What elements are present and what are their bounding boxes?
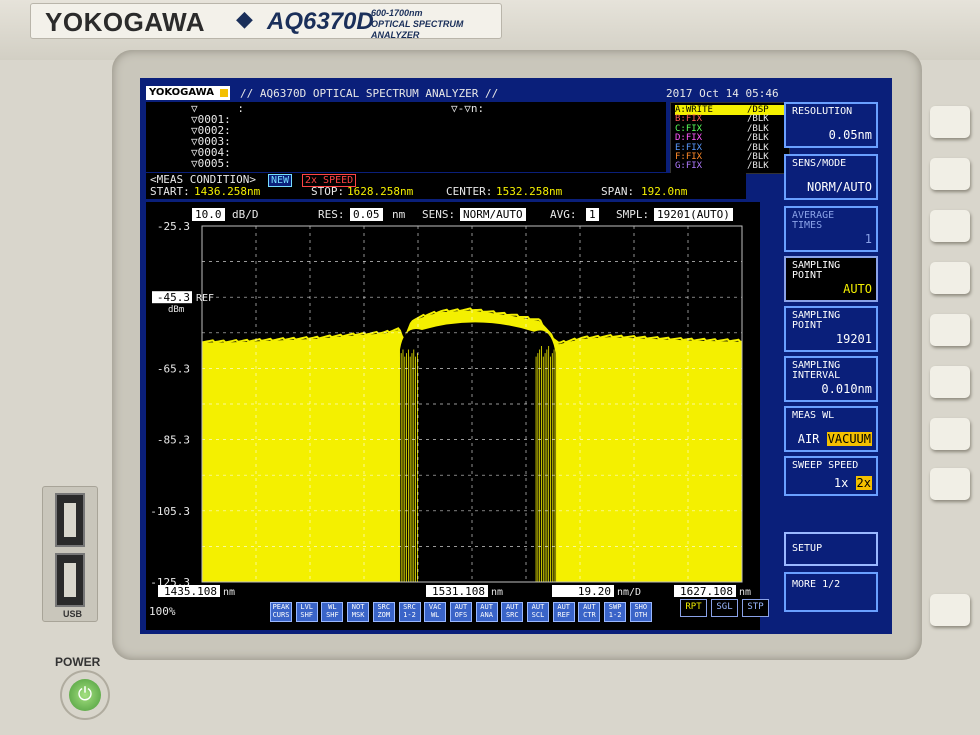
display-screen: YOKOGAWA // AQ6370D OPTICAL SPECTRUM ANA…	[140, 78, 892, 634]
x-center-label: 1531.108	[432, 585, 485, 598]
bottom-key[interactable]: SRC 1-2	[398, 602, 421, 622]
marker-table: ▽ : ▽0001: ▽0002: ▽0003: ▽0004: ▽0005: ▽…	[146, 102, 666, 172]
repeat-key[interactable]: RPT	[680, 599, 707, 617]
softkey-sampling-point[interactable]: SAMPLING POINT 19201	[784, 306, 878, 352]
screen-title: // AQ6370D OPTICAL SPECTRUM ANALYZER //	[240, 87, 499, 100]
stop-label: STOP:	[311, 185, 345, 198]
single-key[interactable]: SGL	[711, 599, 738, 617]
softkey-resolution[interactable]: RESOLUTION 0.05nm	[784, 102, 878, 148]
zoom-label: 100%	[149, 605, 176, 618]
power-icon: ⏻	[69, 679, 101, 711]
hardware-softkey-8[interactable]	[930, 468, 970, 500]
trace-list: A:WRITE/DSP B:FIX/BLK C:FIX/BLK D:FIX/BLK E:…	[670, 102, 790, 174]
usb-label: USB	[63, 609, 83, 619]
softkey-sweep-speed[interactable]: SWEEP SPEED 1x 2x	[784, 456, 878, 496]
x-stop-label-unit: nm	[739, 587, 751, 598]
hardware-softkey-5[interactable]	[930, 314, 970, 346]
bottom-key[interactable]: PEAK CURS	[270, 602, 292, 622]
hardware-softkey-1[interactable]	[930, 106, 970, 138]
x-center-label-unit: nm	[491, 587, 503, 598]
meas-condition-panel: <MEAS CONDITION> NEW 2x SPEED START: 143…	[146, 173, 746, 199]
hardware-softkey-2[interactable]	[930, 158, 970, 190]
plot-panel: 10.0 dB/D RES: 0.05 nm SENS: NORM/AUTO A…	[146, 202, 760, 630]
softkey-sens-mode[interactable]: SENS/MODE NORM/AUTO	[784, 154, 878, 200]
brand-plate: YOKOGAWA ◆ AQ6370D 600-1700nm OPTICAL SPE…	[30, 3, 502, 40]
bottom-key[interactable]: SHO OTH	[629, 602, 652, 622]
usb-port-1[interactable]	[55, 493, 85, 547]
start-label: START:	[150, 185, 190, 198]
softkey-more[interactable]: MORE 1/2	[784, 572, 878, 612]
y-tick-label: -85.3	[157, 434, 190, 447]
softkey-meas-wl[interactable]: MEAS WL AIR VACUUM	[784, 406, 878, 452]
new-badge: NEW	[268, 174, 293, 187]
stop-value: 1628.258nm	[347, 185, 414, 198]
bottom-key[interactable]: AUT SCL	[527, 602, 549, 622]
ref-label: REF	[196, 293, 214, 304]
bottom-key[interactable]: LVL SHF	[295, 602, 318, 622]
bottom-key[interactable]: AUT OFS	[449, 602, 472, 622]
spectrum-plot[interactable]: -25.3-45.3-65.3-85.3-105.3-125.3REFdBm14…	[146, 202, 760, 630]
softkey-setup[interactable]: SETUP	[784, 532, 878, 566]
power-label: POWER	[55, 655, 101, 669]
start-value: 1436.258nm	[194, 185, 261, 198]
softkey-sampling-interval[interactable]: SAMPLING INTERVAL 0.010nm	[784, 356, 878, 402]
span-label: SPAN:	[601, 185, 635, 198]
vacuum-option: VACUUM	[826, 432, 872, 446]
x-start-label-unit: nm	[223, 587, 235, 598]
y-tick-label: -45.3	[157, 291, 190, 304]
spectrum-notch	[399, 322, 557, 582]
bottom-key[interactable]: AUT CTR	[578, 602, 601, 622]
y-tick-label: -65.3	[157, 362, 190, 375]
softkey-sampling-point-auto[interactable]: SAMPLING POINT AUTO	[784, 256, 878, 302]
hardware-softkey-9[interactable]	[930, 594, 970, 626]
y-tick-label: -25.3	[157, 220, 190, 233]
diamond-logo-icon: ◆	[236, 7, 253, 32]
usb-port-2[interactable]	[55, 553, 85, 607]
trace-row: G:FIX/BLK	[675, 161, 769, 172]
bottom-key[interactable]: VAC WL	[424, 602, 447, 622]
x-stop-label: 1627.108	[680, 585, 733, 598]
bottom-key[interactable]: SRC ZOM	[372, 602, 395, 622]
marker-row: ▽0005:	[191, 157, 231, 170]
span-value: 192.0nm	[641, 185, 688, 198]
bottom-key[interactable]: AUT ANA	[475, 602, 498, 622]
bottom-key[interactable]: AUT SRC	[501, 602, 524, 622]
x-div-label-unit: nm/D	[617, 587, 641, 598]
y-tick-label: -105.3	[150, 505, 190, 518]
bottom-key[interactable]: WL SHF	[321, 602, 344, 622]
power-button[interactable]: ⏻	[62, 672, 108, 718]
softkey-average-times[interactable]: AVERAGE TIMES 1	[784, 206, 878, 252]
hardware-softkey-7[interactable]	[930, 418, 970, 450]
usb-panel: USB	[42, 486, 98, 622]
screen-logo: YOKOGAWA	[146, 86, 230, 100]
model-name: AQ6370D	[267, 8, 374, 35]
center-value: 1532.258nm	[496, 185, 563, 198]
model-subtitle: 600-1700nm OPTICAL SPECTRUM ANALYZER	[371, 8, 464, 40]
bottom-key[interactable]: SWP 1-2	[604, 602, 627, 622]
x-div-label: 19.20	[578, 585, 611, 598]
hardware-softkey-6[interactable]	[930, 366, 970, 398]
speed-2x-option: 2x	[855, 476, 872, 490]
brand-name: YOKOGAWA	[45, 7, 206, 37]
hardware-softkey-4[interactable]	[930, 262, 970, 294]
bottom-key[interactable]: NOT MSK	[347, 602, 370, 622]
stop-key[interactable]: STP	[742, 599, 769, 617]
bottom-key[interactable]: AUT REF	[552, 602, 575, 622]
datetime: 2017 Oct 14 05:46	[666, 87, 779, 100]
hardware-softkey-3[interactable]	[930, 210, 970, 242]
delta-marker-label: ▽-▽n:	[451, 102, 485, 115]
center-label: CENTER:	[446, 185, 493, 198]
x-start-label: 1435.108	[164, 585, 217, 598]
y-unit-label: dBm	[168, 305, 184, 315]
